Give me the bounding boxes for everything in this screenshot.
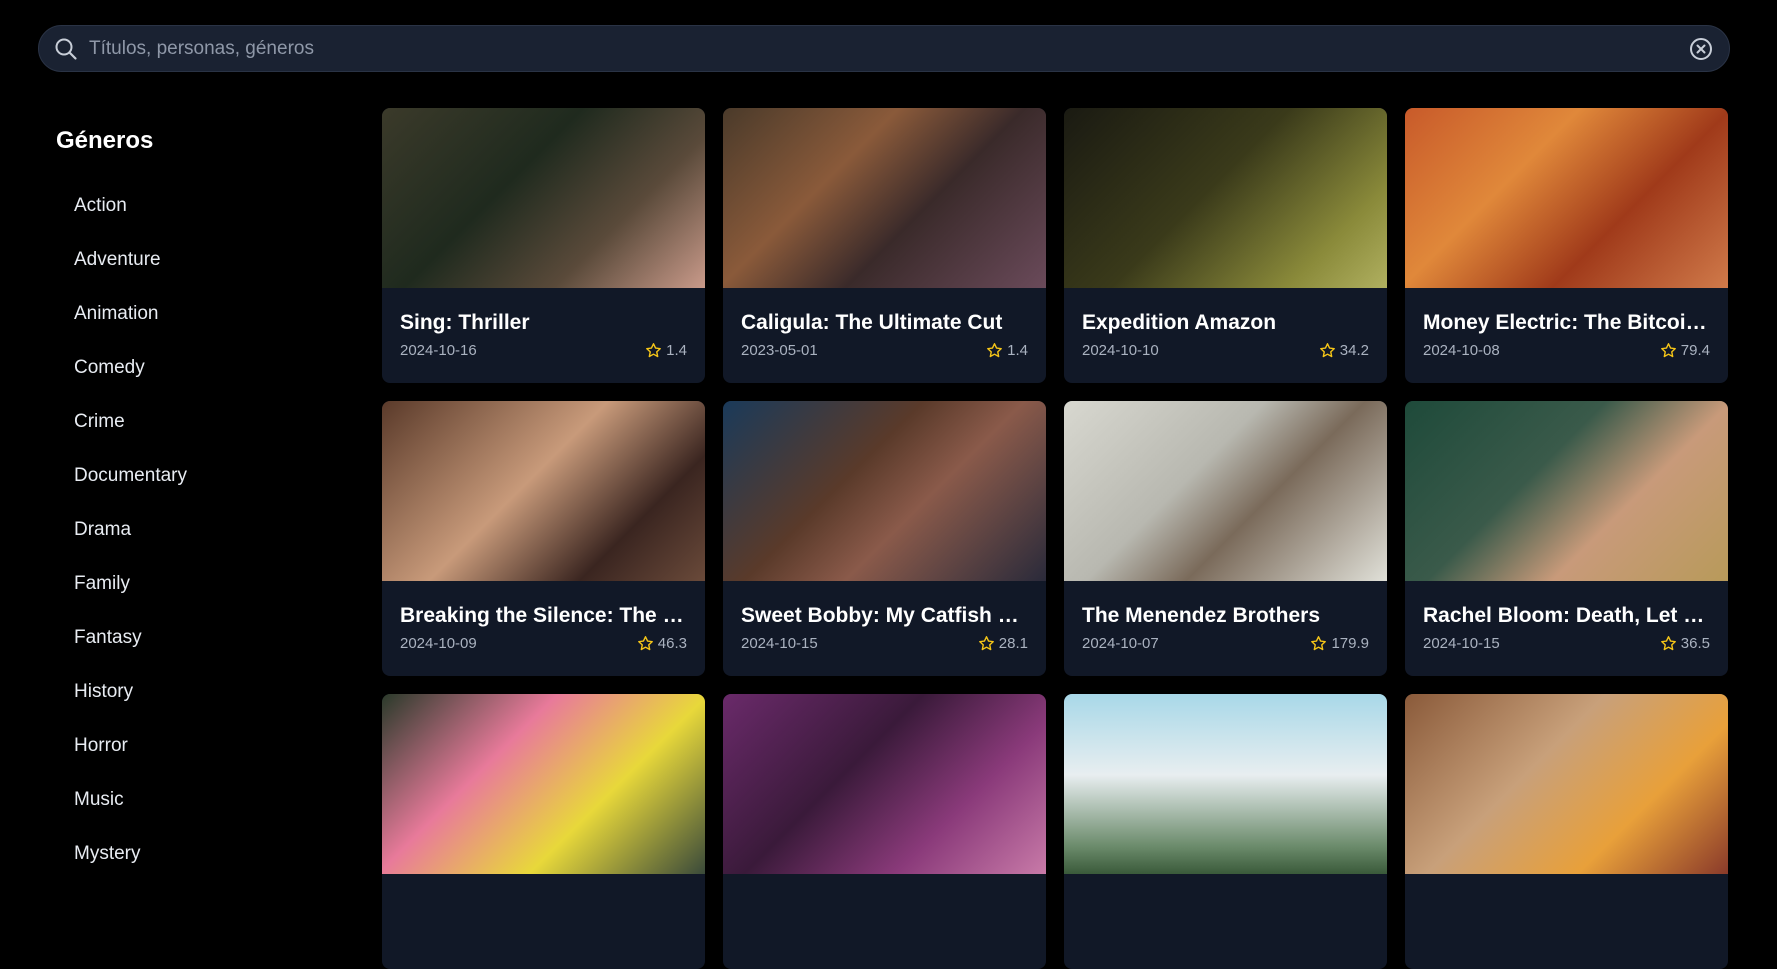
movie-title: Breaking the Silence: The M...	[400, 604, 687, 627]
movie-card[interactable]	[1064, 694, 1387, 969]
rating: 1.4	[986, 342, 1028, 359]
genre-item-history[interactable]: History	[56, 665, 336, 719]
movie-card[interactable]: Rachel Bloom: Death, Let M... 2024-10-15…	[1405, 401, 1728, 676]
release-date: 2024-10-15	[1423, 635, 1500, 652]
movie-poster	[382, 401, 705, 581]
rating: 28.1	[978, 635, 1028, 652]
rating: 79.4	[1660, 342, 1710, 359]
rating: 1.4	[645, 342, 687, 359]
movie-title	[741, 896, 1028, 922]
release-date: 2024-10-09	[400, 635, 477, 652]
search-input[interactable]	[87, 26, 1687, 71]
search-icon	[53, 36, 79, 62]
movie-poster	[1405, 694, 1728, 874]
movie-poster	[1405, 401, 1728, 581]
movie-poster	[1064, 694, 1387, 874]
genre-item-documentary[interactable]: Documentary	[56, 449, 336, 503]
star-icon	[1311, 636, 1327, 651]
movie-title	[1082, 896, 1369, 922]
movie-title: Sweet Bobby: My Catfish Ni...	[741, 604, 1028, 627]
movie-card[interactable]: Money Electric: The Bitcoin ... 2024-10-…	[1405, 108, 1728, 383]
movie-title	[400, 896, 687, 922]
genre-sidebar: Géneros Action Adventure Animation Comed…	[56, 118, 336, 881]
rating: 179.9	[1310, 635, 1369, 652]
star-icon	[1660, 343, 1676, 358]
star-icon	[1319, 343, 1335, 358]
star-icon	[637, 636, 653, 651]
release-date: 2024-10-15	[741, 635, 818, 652]
genre-item-music[interactable]: Music	[56, 773, 336, 827]
genre-item-animation[interactable]: Animation	[56, 287, 336, 341]
star-icon	[987, 343, 1003, 358]
rating-value: 28.1	[998, 635, 1028, 652]
movie-poster	[723, 401, 1046, 581]
clear-circle-x-icon	[1690, 37, 1712, 60]
release-date: 2023-05-01	[741, 342, 818, 359]
genre-item-family[interactable]: Family	[56, 557, 336, 611]
movie-poster	[1064, 108, 1387, 288]
genre-item-crime[interactable]: Crime	[56, 395, 336, 449]
movie-grid: Sing: Thriller 2024-10-16 1.4 Caligula: …	[382, 108, 1731, 969]
rating-value: 36.5	[1680, 635, 1710, 652]
rating-value: 34.2	[1339, 342, 1369, 359]
rating-value: 179.9	[1331, 635, 1369, 652]
genre-item-horror[interactable]: Horror	[56, 719, 336, 773]
rating: 46.3	[637, 635, 687, 652]
movie-title	[1423, 896, 1710, 922]
movie-card[interactable]: Sweet Bobby: My Catfish Ni... 2024-10-15…	[723, 401, 1046, 676]
genre-list: Action Adventure Animation Comedy Crime …	[56, 179, 336, 881]
release-date: 2024-10-10	[1082, 342, 1159, 359]
movie-poster	[382, 108, 705, 288]
genre-item-mystery[interactable]: Mystery	[56, 827, 336, 881]
movie-poster	[1405, 108, 1728, 288]
rating-value: 1.4	[666, 342, 687, 359]
movie-card[interactable]: Caligula: The Ultimate Cut 2023-05-01 1.…	[723, 108, 1046, 383]
genre-item-action[interactable]: Action	[56, 179, 336, 233]
rating: 36.5	[1660, 635, 1710, 652]
release-date: 2024-10-07	[1082, 635, 1159, 652]
movie-title: Caligula: The Ultimate Cut	[741, 311, 1003, 334]
star-icon	[646, 343, 662, 358]
movie-card[interactable]: Expedition Amazon 2024-10-10 34.2	[1064, 108, 1387, 383]
movie-card[interactable]	[1405, 694, 1728, 969]
movie-poster	[723, 108, 1046, 288]
genre-item-comedy[interactable]: Comedy	[56, 341, 336, 395]
movie-card[interactable]	[723, 694, 1046, 969]
movie-poster	[382, 694, 705, 874]
movie-title: Expedition Amazon	[1082, 311, 1277, 334]
movie-poster	[723, 694, 1046, 874]
clear-search-button[interactable]	[1687, 35, 1715, 63]
star-icon	[1660, 636, 1676, 651]
genres-heading: Géneros	[56, 127, 154, 154]
rating-value: 79.4	[1680, 342, 1710, 359]
movie-title: Rachel Bloom: Death, Let M...	[1423, 604, 1710, 627]
rating-value: 1.4	[1007, 342, 1028, 359]
movie-card[interactable]: The Menendez Brothers 2024-10-07 179.9	[1064, 401, 1387, 676]
movie-title: Sing: Thriller	[400, 311, 530, 334]
rating-value: 46.3	[657, 635, 687, 652]
movie-card[interactable]: Breaking the Silence: The M... 2024-10-0…	[382, 401, 705, 676]
rating: 34.2	[1319, 342, 1369, 359]
movie-poster	[1064, 401, 1387, 581]
star-icon	[978, 636, 994, 651]
release-date: 2024-10-16	[400, 342, 477, 359]
movie-title: Money Electric: The Bitcoin ...	[1423, 311, 1710, 334]
movie-card[interactable]: Sing: Thriller 2024-10-16 1.4	[382, 108, 705, 383]
movie-title: The Menendez Brothers	[1082, 604, 1321, 627]
genre-item-adventure[interactable]: Adventure	[56, 233, 336, 287]
movie-card[interactable]	[382, 694, 705, 969]
genre-item-fantasy[interactable]: Fantasy	[56, 611, 336, 665]
genre-item-drama[interactable]: Drama	[56, 503, 336, 557]
search-bar	[38, 25, 1730, 72]
release-date: 2024-10-08	[1423, 342, 1500, 359]
